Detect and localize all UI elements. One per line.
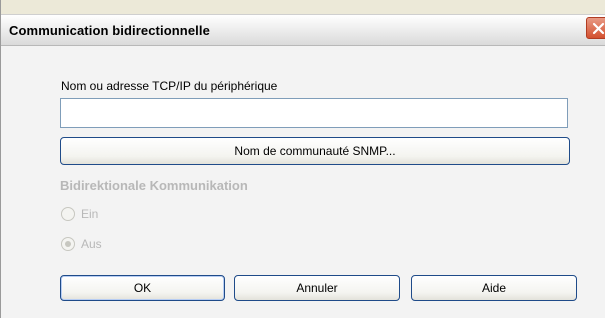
snmp-community-button[interactable]: Nom de communauté SNMP... [60, 137, 570, 165]
tcp-address-input[interactable] [60, 98, 568, 128]
title-bar: Communication bidirectionnelle [1, 14, 605, 46]
bidirectional-group-title: Bidirektionale Kommunikation [60, 178, 248, 193]
radio-aus-label: Aus [81, 237, 102, 251]
ok-button[interactable]: OK [60, 275, 225, 301]
close-icon [592, 22, 605, 35]
close-button[interactable] [586, 17, 605, 39]
dialog-title: Communication bidirectionnelle [9, 23, 210, 38]
radio-ein-label: Ein [81, 207, 99, 221]
tcp-address-label: Nom ou adresse TCP/IP du périphérique [61, 79, 278, 93]
help-button[interactable]: Aide [411, 275, 577, 301]
radio-aus[interactable] [61, 237, 75, 251]
cancel-button[interactable]: Annuler [234, 275, 400, 301]
radio-ein[interactable] [61, 207, 75, 221]
dialog-window: Communication bidirectionnelle Nom ou ad… [0, 0, 605, 318]
dialog-content: Nom ou adresse TCP/IP du périphérique No… [1, 46, 605, 318]
